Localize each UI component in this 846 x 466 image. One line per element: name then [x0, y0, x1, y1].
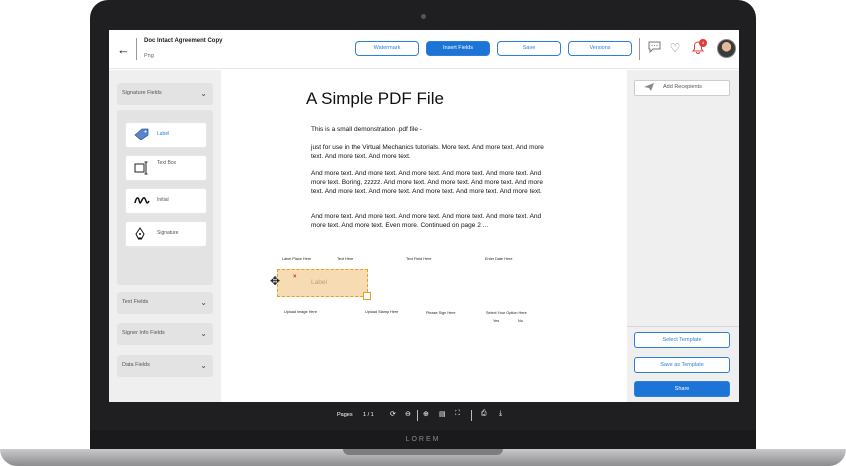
field-text-box-text: Text Box: [157, 160, 177, 166]
app-header: ← Doc Intact Agreement Copy Png Watermar…: [109, 30, 739, 69]
avatar[interactable]: [717, 39, 736, 58]
placed-field[interactable]: Please Sign Here: [426, 311, 456, 315]
signer-info-fields-section[interactable]: Signer Info Fields ⌄: [117, 323, 213, 345]
heart-icon[interactable]: ♡: [668, 41, 682, 55]
section-label: Data Fields: [122, 362, 150, 368]
pages-label: Pages: [337, 412, 353, 418]
placed-field[interactable]: Text Field Here: [406, 257, 432, 261]
chevron-down-icon: ⌄: [200, 298, 207, 307]
fit-page-icon[interactable]: ▤: [439, 410, 446, 418]
field-initial[interactable]: Initial: [125, 188, 207, 214]
field-signature[interactable]: Signature: [125, 221, 207, 247]
section-label: Signature Fields: [122, 90, 162, 96]
divider: [417, 410, 418, 421]
placed-field[interactable]: Label Place Here: [282, 257, 311, 261]
option-no[interactable]: No: [518, 319, 523, 323]
divider: [136, 38, 137, 60]
notification-badge: 4: [699, 39, 707, 47]
data-fields-section[interactable]: Data Fields ⌄: [117, 355, 213, 377]
pdf-paragraph: just for use in the Virtual Mechanics tu…: [311, 144, 544, 160]
field-initial-text: Initial: [157, 197, 169, 203]
field-label[interactable]: Label: [125, 122, 207, 148]
document-title: Doc Intact Agreement Copy: [144, 38, 223, 44]
section-label: Signer Info Fields: [122, 330, 165, 336]
save-button[interactable]: Save: [497, 41, 561, 56]
pdf-paragraph: This is a small demonstration .pdf file …: [311, 126, 422, 133]
page-indicator: 1 / 1: [363, 412, 374, 418]
zoom-in-icon[interactable]: ⊕: [423, 410, 429, 418]
placed-field[interactable]: Text Here: [337, 257, 353, 261]
field-label-text: Label: [157, 131, 170, 137]
versions-button[interactable]: Versions: [568, 41, 632, 56]
chevron-down-icon: ⌄: [200, 89, 207, 98]
move-icon[interactable]: ✥: [270, 274, 280, 288]
pdf-paragraph: And more text. And more text. And more t…: [311, 170, 543, 195]
document-canvas[interactable]: A Simple PDF File This is a small demons…: [221, 70, 626, 402]
pdf-paragraph: And more text. And more text. And more t…: [311, 213, 542, 229]
close-icon[interactable]: ×: [293, 274, 297, 280]
chat-icon[interactable]: [647, 41, 661, 55]
scribble-icon: [134, 194, 150, 209]
print-icon[interactable]: ⎙: [481, 410, 487, 418]
laptop-notch: [343, 449, 503, 455]
text-cursor-icon: [134, 161, 150, 178]
laptop-brand: LOREM: [405, 436, 441, 443]
placed-field[interactable]: Upload Stamp Here: [365, 310, 398, 314]
fields-sidebar: Signature Fields ⌄ Label Text Box Initia…: [109, 70, 221, 402]
rotate-icon[interactable]: ⟳: [390, 410, 396, 418]
share-button[interactable]: Share: [634, 381, 730, 397]
document-subtitle: Png: [144, 53, 154, 59]
save-as-template-button[interactable]: Save as Template: [634, 357, 730, 373]
fullscreen-icon[interactable]: ⛶: [455, 410, 460, 418]
text-fields-section[interactable]: Text Fields ⌄: [117, 292, 213, 314]
field-signature-text: Signature: [157, 230, 179, 236]
divider: [639, 38, 640, 60]
zoom-out-icon[interactable]: ⊖: [405, 410, 411, 418]
tag-icon: [134, 128, 150, 143]
option-yes[interactable]: Yes: [493, 319, 499, 323]
download-icon[interactable]: ⤓: [499, 410, 502, 418]
arrow-left-icon[interactable]: ←: [117, 42, 130, 57]
add-recipients-button[interactable]: Add Recepients: [634, 80, 730, 96]
divider: [627, 326, 739, 327]
pdf-title: A Simple PDF File: [306, 89, 444, 108]
app-screen: ← Doc Intact Agreement Copy Png Watermar…: [109, 30, 739, 430]
placed-field[interactable]: Upload Image Here: [284, 310, 317, 314]
resize-handle[interactable]: [363, 292, 371, 300]
field-text-box[interactable]: Text Box: [125, 155, 207, 181]
camera-icon: [421, 14, 426, 19]
send-icon: [643, 82, 655, 94]
placed-field[interactable]: Select Your Option Here: [486, 311, 527, 315]
divider: [471, 410, 472, 421]
signature-fields-section[interactable]: Signature Fields ⌄: [117, 83, 213, 105]
chevron-down-icon: ⌄: [200, 361, 207, 370]
insert-fields-button[interactable]: Insert Fields: [426, 41, 490, 56]
selected-label-field[interactable]: × Label: [277, 269, 371, 300]
chevron-down-icon: ⌄: [200, 329, 207, 338]
selected-field-label: Label: [311, 279, 327, 286]
select-template-button[interactable]: Select Template: [634, 332, 730, 348]
add-recipients-label: Add Recepients: [663, 84, 702, 90]
placed-field[interactable]: Enter Date Here: [485, 257, 512, 261]
watermark-button[interactable]: Watermark: [355, 41, 419, 56]
pen-nib-icon: [134, 227, 146, 244]
section-label: Text Fields: [122, 299, 149, 305]
viewer-toolbar: Pages 1 / 1 ⟳ ⊖ ⊕ ▤ ⛶ ⎙ ⤓: [109, 402, 739, 430]
recipients-sidebar: Add Recepients Select Template Save as T…: [627, 70, 739, 402]
